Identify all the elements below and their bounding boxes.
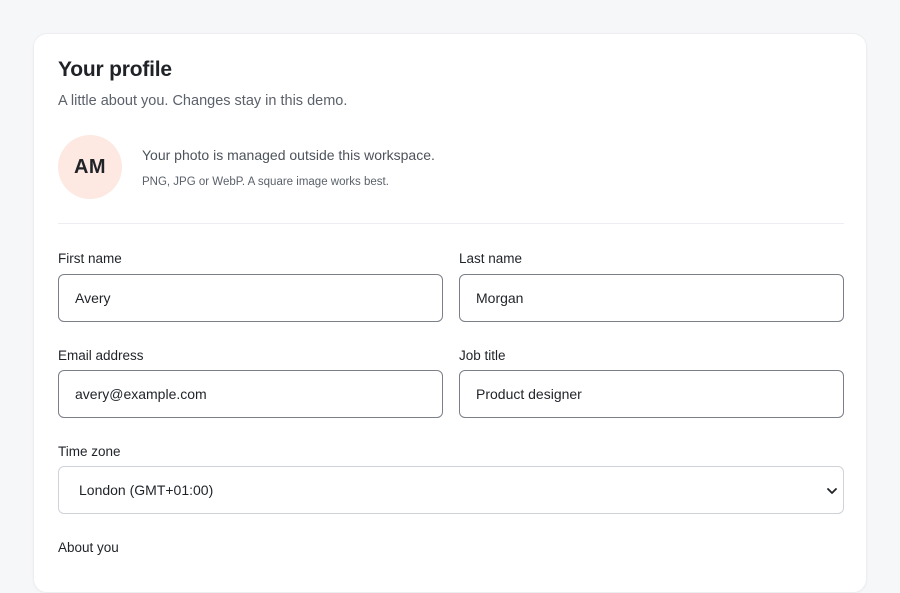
- chevron-down-icon: [827, 488, 837, 494]
- photo-section: AM Your photo is managed outside this wo…: [58, 135, 844, 199]
- profile-card: Your profile A little about you. Changes…: [33, 33, 867, 593]
- avatar: AM: [58, 135, 122, 199]
- time-zone-select[interactable]: London (GMT+01:00): [58, 466, 844, 514]
- photo-format-hint: PNG, JPG or WebP. A square image works b…: [142, 176, 389, 188]
- about-label: About you: [58, 540, 119, 555]
- first-name-label: First name: [58, 251, 122, 266]
- email-label: Email address: [58, 348, 144, 363]
- job-title-input[interactable]: [459, 370, 844, 418]
- time-zone-label: Time zone: [58, 444, 121, 459]
- last-name-input[interactable]: [459, 274, 844, 322]
- time-zone-selected-value: London (GMT+01:00): [79, 482, 214, 498]
- page-title: Your profile: [58, 58, 172, 81]
- email-input[interactable]: [58, 370, 443, 418]
- job-title-label: Job title: [459, 348, 506, 363]
- section-divider: [58, 223, 844, 224]
- page-subtitle: A little about you. Changes stay in this…: [58, 93, 348, 109]
- profile-form: Your profile A little about you. Changes…: [58, 34, 844, 592]
- photo-managed-text: Your photo is managed outside this works…: [142, 147, 435, 163]
- first-name-input[interactable]: [58, 274, 443, 322]
- last-name-label: Last name: [459, 251, 523, 266]
